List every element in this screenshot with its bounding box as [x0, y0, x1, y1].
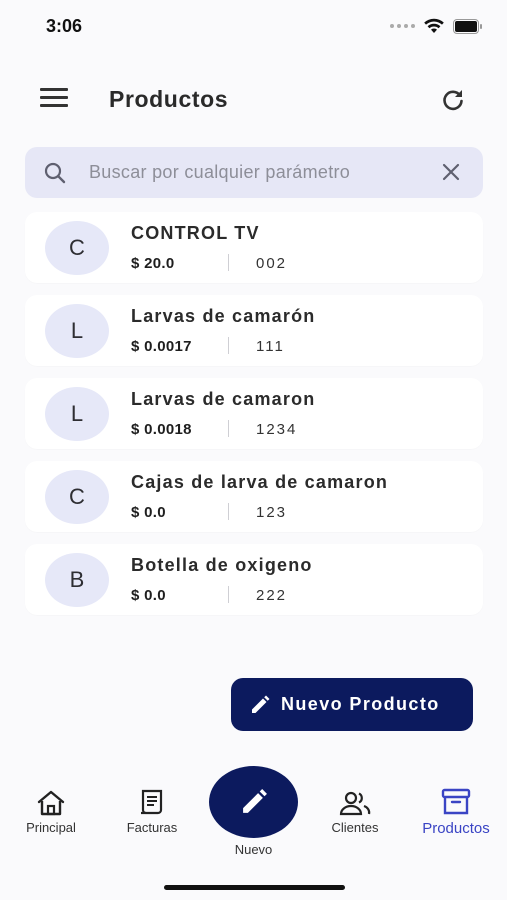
product-card[interactable]: C CONTROL TV $ 20.0 002 [25, 212, 483, 283]
nav-item-productos[interactable]: Productos [414, 788, 498, 837]
search-input[interactable] [89, 147, 419, 198]
status-bar: 3:06 [0, 0, 507, 50]
close-icon[interactable] [441, 162, 461, 182]
nav-item-clientes[interactable]: Clientes [324, 790, 386, 835]
pencil-icon [242, 789, 267, 813]
receipt-icon [141, 789, 163, 815]
product-price: $ 0.0 [131, 587, 166, 604]
product-price: $ 0.0 [131, 504, 166, 521]
nav-item-principal[interactable]: Principal [20, 790, 82, 835]
nav-label: Clientes [331, 820, 379, 835]
divider [228, 586, 229, 603]
archive-box-icon [441, 788, 471, 815]
product-list: C CONTROL TV $ 20.0 002 L Larvas de cama… [25, 212, 483, 627]
menu-button[interactable] [40, 88, 70, 112]
page-title: Productos [109, 86, 229, 112]
product-code: 1234 [256, 421, 298, 438]
nav-label: Principal [26, 820, 76, 835]
home-indicator[interactable] [164, 885, 345, 890]
product-card[interactable]: B Botella de oxigeno $ 0.0 222 [25, 544, 483, 615]
product-name: Larvas de camaron [131, 389, 316, 409]
divider [228, 503, 229, 520]
cellular-signal-icon [390, 24, 415, 28]
product-code: 111 [256, 338, 285, 355]
status-time: 3:06 [46, 16, 83, 36]
product-name: Larvas de camarón [131, 306, 316, 326]
avatar: L [45, 304, 109, 358]
new-button[interactable] [209, 766, 298, 838]
nav-label: Productos [422, 820, 490, 837]
product-code: 222 [256, 587, 288, 604]
refresh-button[interactable] [439, 86, 467, 114]
avatar: C [45, 470, 109, 524]
product-card[interactable]: C Cajas de larva de camaron $ 0.0 123 [25, 461, 483, 532]
product-name: Botella de oxigeno [131, 555, 313, 575]
divider [228, 337, 229, 354]
new-product-label: Nuevo Producto [281, 694, 440, 714]
battery-icon [453, 18, 483, 34]
hamburger-icon [40, 88, 68, 91]
search-bar [25, 147, 483, 198]
avatar: C [45, 221, 109, 275]
product-price: $ 0.0018 [131, 421, 192, 438]
app-bar: Productos [0, 78, 507, 122]
divider [228, 254, 229, 271]
product-card[interactable]: L Larvas de camarón $ 0.0017 111 [25, 295, 483, 366]
nav-label: Nuevo [234, 842, 273, 857]
nav-label: Facturas [126, 820, 178, 835]
refresh-icon [443, 90, 463, 111]
people-icon [339, 791, 371, 816]
avatar: B [45, 553, 109, 607]
product-price: $ 20.0 [131, 255, 175, 272]
search-icon [44, 162, 66, 184]
product-card[interactable]: L Larvas de camaron $ 0.0018 1234 [25, 378, 483, 449]
nav-item-facturas[interactable]: Facturas [120, 788, 184, 835]
product-name: CONTROL TV [131, 223, 260, 243]
product-code: 002 [256, 255, 288, 272]
bottom-nav: Principal Facturas Nuevo Clientes Produc… [0, 760, 507, 900]
product-price: $ 0.0017 [131, 338, 192, 355]
pencil-icon [252, 695, 270, 713]
status-icons [390, 18, 483, 34]
divider [228, 420, 229, 437]
product-name: Cajas de larva de camaron [131, 472, 389, 492]
home-icon [37, 790, 65, 816]
avatar: L [45, 387, 109, 441]
product-code: 123 [256, 504, 288, 521]
new-product-button[interactable]: Nuevo Producto [231, 678, 473, 731]
wifi-icon [423, 18, 445, 34]
